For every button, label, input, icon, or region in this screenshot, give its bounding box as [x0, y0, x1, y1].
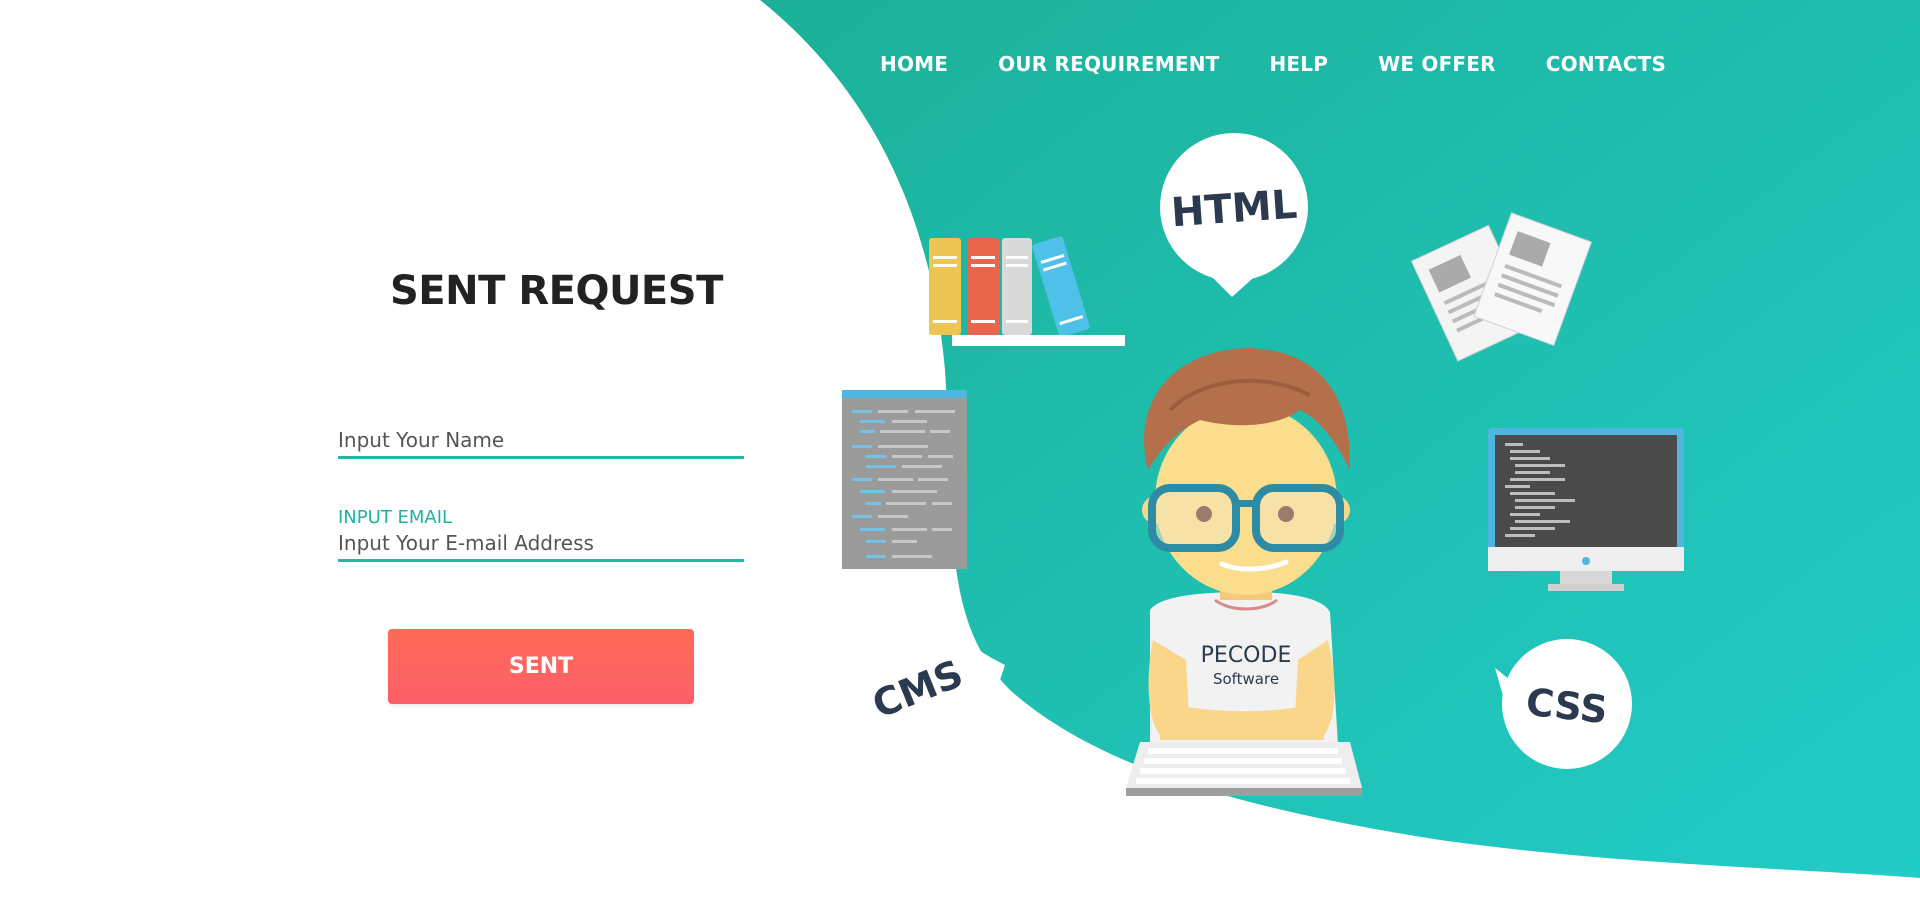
name-input[interactable] — [338, 428, 744, 456]
sent-button[interactable]: SENT — [388, 629, 694, 704]
email-input[interactable] — [338, 531, 744, 559]
nav-contacts[interactable]: CONTACTS — [1546, 52, 1666, 76]
email-label: INPUT EMAIL — [338, 507, 453, 528]
teal-wave-background — [760, 0, 1920, 878]
nav-we-offer[interactable]: WE OFFER — [1378, 52, 1496, 76]
nav-home[interactable]: HOME — [880, 52, 948, 76]
form-title: SENT REQUEST — [390, 268, 723, 314]
name-field-wrapper — [338, 428, 744, 459]
email-field-wrapper — [338, 531, 744, 562]
nav-help[interactable]: HELP — [1269, 52, 1328, 76]
main-nav: HOME OUR REQUIREMENT HELP WE OFFER CONTA… — [880, 52, 1666, 76]
nav-our-requirement[interactable]: OUR REQUIREMENT — [998, 52, 1219, 76]
